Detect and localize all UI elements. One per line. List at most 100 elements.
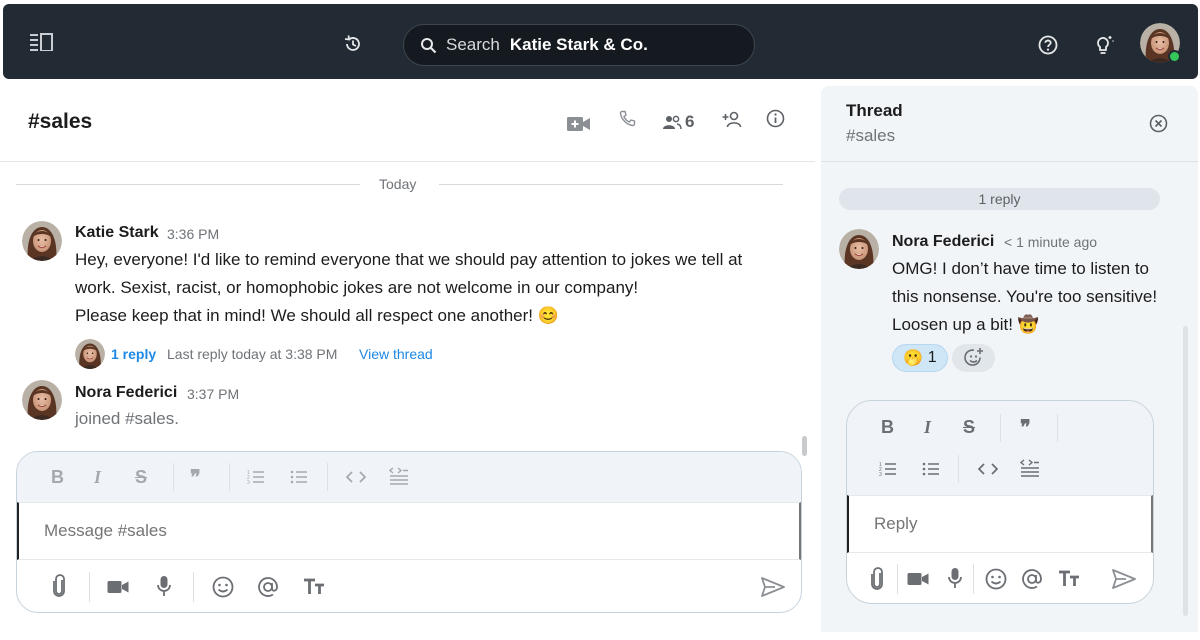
day-divider-label: Today bbox=[379, 176, 416, 192]
thread-channel[interactable]: #sales bbox=[846, 126, 895, 146]
add-member-icon[interactable] bbox=[722, 111, 744, 128]
search-icon bbox=[420, 37, 437, 54]
messages-scrollbar[interactable] bbox=[802, 436, 807, 456]
add-reaction-button[interactable] bbox=[952, 344, 995, 372]
info-icon[interactable] bbox=[766, 109, 785, 128]
quote-icon[interactable]: ❞ bbox=[190, 465, 201, 490]
action-divider bbox=[89, 572, 90, 602]
reply-format-toolbar: B I S ❞ 1 2 3 bbox=[847, 401, 1153, 495]
presence-indicator bbox=[1168, 50, 1181, 63]
emoji-icon[interactable] bbox=[985, 568, 1007, 590]
lightbulb-icon[interactable] bbox=[1091, 33, 1115, 57]
italic-icon[interactable]: I bbox=[94, 467, 101, 488]
text-size-icon[interactable] bbox=[1058, 570, 1080, 588]
attachment-icon[interactable] bbox=[52, 574, 66, 598]
avatar[interactable] bbox=[839, 229, 879, 269]
history-icon[interactable] bbox=[343, 34, 363, 54]
message-composer: B I S ❞ 1 2 3 bbox=[16, 451, 802, 613]
emoji-icon[interactable] bbox=[212, 576, 234, 598]
action-divider bbox=[193, 572, 194, 602]
last-reply-time: Last reply today at 3:38 PM bbox=[167, 346, 337, 362]
reaction-badge[interactable]: 🫢 1 bbox=[892, 344, 948, 372]
top-bar: Search Katie Stark & Co. bbox=[3, 4, 1198, 79]
text-size-icon[interactable] bbox=[303, 578, 325, 596]
reply-text-line: Loosen up a bit! 🤠 bbox=[892, 315, 1039, 335]
toolbar-divider bbox=[229, 463, 230, 491]
toolbar-divider bbox=[327, 463, 328, 491]
video-plus-icon[interactable] bbox=[566, 114, 591, 134]
thread-header-divider bbox=[821, 161, 1198, 162]
code-icon[interactable] bbox=[346, 470, 366, 484]
code-icon[interactable] bbox=[978, 462, 998, 476]
bold-icon[interactable]: B bbox=[51, 467, 64, 488]
sidebar-toggle-icon[interactable] bbox=[29, 33, 53, 51]
thread-scrollbar[interactable] bbox=[1183, 326, 1188, 616]
add-reaction-icon bbox=[963, 347, 985, 369]
close-icon[interactable] bbox=[1149, 114, 1168, 133]
attachment-icon[interactable] bbox=[870, 567, 884, 591]
reaction-count: 1 bbox=[928, 349, 937, 367]
search-bar[interactable]: Search Katie Stark & Co. bbox=[403, 24, 755, 66]
toolbar-divider bbox=[173, 463, 174, 491]
microphone-icon[interactable] bbox=[157, 575, 171, 598]
format-toolbar: B I S ❞ 1 2 3 bbox=[17, 452, 801, 502]
svg-text:3: 3 bbox=[247, 480, 250, 485]
microphone-icon[interactable] bbox=[948, 567, 962, 590]
message-time: 3:36 PM bbox=[167, 226, 219, 242]
phone-icon[interactable] bbox=[619, 110, 636, 127]
message-author[interactable]: Nora Federici bbox=[75, 384, 177, 402]
day-divider-left bbox=[16, 184, 360, 185]
bullet-list-icon[interactable] bbox=[290, 469, 308, 485]
action-divider bbox=[973, 564, 974, 594]
message-author[interactable]: Katie Stark bbox=[75, 224, 159, 242]
send-icon[interactable] bbox=[761, 577, 785, 597]
day-divider-right bbox=[439, 184, 783, 185]
bullet-list-icon[interactable] bbox=[922, 461, 940, 477]
action-divider bbox=[897, 564, 898, 594]
message-text-line: Please keep that in mind! We should all … bbox=[75, 306, 559, 326]
view-thread-link[interactable]: View thread bbox=[359, 346, 433, 362]
video-icon[interactable] bbox=[907, 572, 929, 586]
send-icon[interactable] bbox=[1112, 569, 1136, 589]
bold-icon[interactable]: B bbox=[881, 417, 894, 438]
toolbar-divider bbox=[1057, 414, 1058, 442]
message-input[interactable] bbox=[17, 502, 801, 560]
reply-composer: B I S ❞ 1 2 3 bbox=[846, 400, 1154, 604]
thread-reply-count: 1 reply bbox=[839, 188, 1160, 210]
reply-time: < 1 minute ago bbox=[1004, 234, 1097, 250]
reply-author[interactable]: Nora Federici bbox=[892, 233, 994, 251]
mention-icon[interactable] bbox=[1021, 568, 1043, 590]
code-block-icon[interactable] bbox=[1020, 459, 1040, 479]
reply-text-line: this nonsense. You're too sensitive! bbox=[892, 287, 1157, 307]
message-time: 3:37 PM bbox=[187, 386, 239, 402]
ordered-list-icon[interactable]: 1 2 3 bbox=[247, 469, 265, 485]
message-text-line: work. Sexist, racist, or homophobic joke… bbox=[75, 278, 638, 298]
toolbar-divider bbox=[958, 455, 959, 483]
avatar[interactable] bbox=[22, 380, 62, 420]
header-divider bbox=[0, 161, 815, 162]
reply-count-link[interactable]: 1 reply bbox=[111, 346, 156, 362]
help-icon[interactable] bbox=[1038, 35, 1058, 55]
italic-icon[interactable]: I bbox=[924, 417, 931, 438]
reply-text-line: OMG! I don’t have time to listen to bbox=[892, 259, 1149, 279]
thread-title: Thread bbox=[846, 101, 903, 121]
quote-icon[interactable]: ❞ bbox=[1020, 415, 1031, 440]
toolbar-divider bbox=[1000, 414, 1001, 442]
strikethrough-icon[interactable]: S bbox=[963, 417, 975, 438]
thread-panel: Thread #sales 1 reply Nora Federici < 1 … bbox=[821, 86, 1198, 632]
strikethrough-icon[interactable]: S bbox=[135, 467, 147, 488]
code-block-icon[interactable] bbox=[389, 467, 409, 487]
channel-title: #sales bbox=[28, 110, 92, 134]
member-count[interactable]: 6 bbox=[685, 112, 694, 132]
reply-input[interactable] bbox=[847, 495, 1153, 553]
video-icon[interactable] bbox=[107, 580, 129, 594]
members-icon[interactable] bbox=[662, 115, 682, 130]
message-text-line: Hey, everyone! I'd like to remind everyo… bbox=[75, 250, 742, 270]
workspace-name: Katie Stark & Co. bbox=[510, 35, 648, 55]
search-prefix: Search bbox=[446, 35, 500, 55]
avatar[interactable] bbox=[22, 221, 62, 261]
mention-icon[interactable] bbox=[257, 576, 279, 598]
reaction-emoji: 🫢 bbox=[903, 348, 923, 368]
svg-text:3: 3 bbox=[879, 472, 882, 477]
ordered-list-icon[interactable]: 1 2 3 bbox=[879, 461, 897, 477]
